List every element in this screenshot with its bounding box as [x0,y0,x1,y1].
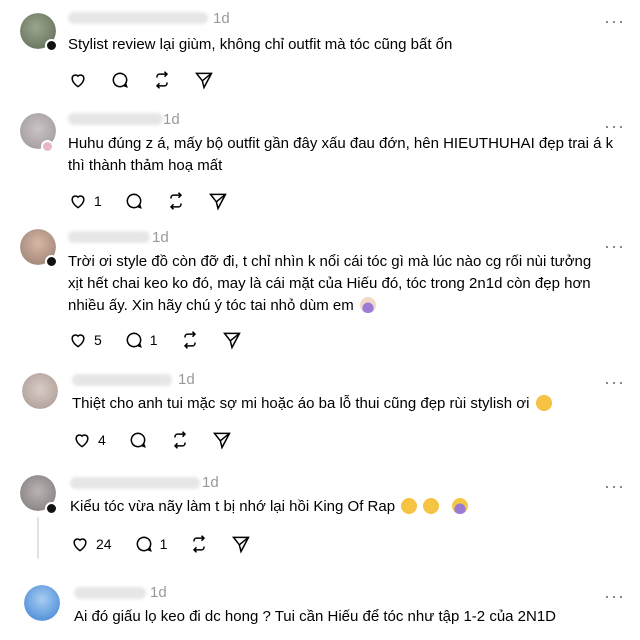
more-icon[interactable]: ··· [604,237,625,255]
reply-actions: 1 [68,189,250,213]
reply-item: 1d ··· Thiệt cho anh tui mặc sợ mi hoặc … [0,365,640,465]
pleading-face-emoji-icon [535,395,552,411]
heart-icon [71,334,85,348]
heart-icon [71,195,85,209]
heart-icon [75,434,89,448]
repost-button[interactable] [166,191,186,211]
thread-line [37,517,39,559]
follow-badge-icon[interactable] [45,255,58,268]
follow-badge-icon[interactable] [45,39,58,52]
follow-badge-icon[interactable] [45,502,58,515]
share-button[interactable] [212,430,232,450]
comment-button[interactable] [110,70,130,90]
username[interactable] [68,231,150,243]
like-button[interactable]: 4 [72,430,106,450]
timestamp: 1d [163,111,180,128]
username[interactable] [70,477,200,489]
praying-hands-emoji-icon [359,297,376,313]
heart-icon [73,538,87,552]
reply-actions: 5 1 [68,328,264,352]
comment-button[interactable] [124,191,144,211]
repost-button[interactable] [189,534,209,554]
timestamp: 1d [202,474,219,491]
reply-item: 1d ··· Stylist review lại giùm, không ch… [0,0,640,118]
comment-icon [136,536,152,552]
send-icon [232,536,251,554]
repost-button[interactable] [152,70,172,90]
reply-text: Stylist review lại giùm, không chỉ outfi… [68,36,453,53]
comment-icon [112,72,128,88]
username[interactable] [68,12,208,24]
like-count: 5 [94,332,102,348]
reply-actions: 24 1 [70,532,273,556]
comment-button[interactable] [128,430,148,450]
repost-icon [183,331,196,349]
share-button[interactable] [208,191,228,211]
repost-icon [173,431,186,449]
username[interactable] [74,587,146,599]
reply-count: 1 [159,536,168,552]
comment-icon [126,332,142,348]
more-icon[interactable]: ··· [604,117,625,135]
more-icon[interactable]: ··· [604,477,625,495]
reply-actions [68,68,236,92]
comment-icon [126,193,142,209]
reply-text: Thiệt cho anh tui mặc sợ mi hoặc áo ba l… [72,393,612,415]
repost-icon [155,71,169,89]
reply-text: Kiểu tóc vừa nãy làm t bị nhớ lại hồi Ki… [70,496,610,518]
avatar[interactable] [22,373,58,409]
follow-badge-icon[interactable] [41,140,54,153]
reply-item: 1d ··· Ai đó giấu lọ keo đi dc hong ? Tu… [0,575,640,640]
send-icon [194,72,213,90]
more-icon[interactable]: ··· [604,12,625,30]
repost-button[interactable] [180,330,200,350]
send-icon [208,193,227,211]
comment-button[interactable]: 1 [124,330,158,350]
comment-icon [130,432,146,448]
heart-icon [71,74,85,88]
flushed-face-emoji-icon [401,498,418,514]
reply-text-content: Trời ơi style đồ còn đỡ đi, t chỉ nhìn k… [68,253,592,314]
share-button[interactable] [194,70,214,90]
reply-item: 1d ··· Trời ơi style đồ còn đỡ đi, t chỉ… [0,225,640,365]
like-button[interactable]: 24 [70,534,112,554]
username[interactable] [72,374,172,386]
username[interactable] [68,113,163,125]
like-count: 24 [96,536,112,552]
reply-text-content: Thiệt cho anh tui mặc sợ mi hoặc áo ba l… [72,395,530,412]
more-icon[interactable]: ··· [604,587,625,605]
repost-icon [193,535,206,553]
like-button[interactable]: 5 [68,330,102,350]
reply-count: 1 [149,332,158,348]
like-count: 1 [94,193,102,209]
more-icon[interactable]: ··· [604,373,625,391]
timestamp: 1d [150,584,167,601]
send-icon [212,432,231,450]
timestamp: 1d [178,371,195,388]
repost-icon [169,192,182,210]
reply-text-content: Kiểu tóc vừa nãy làm t bị nhớ lại hồi Ki… [70,498,396,515]
like-count: 4 [98,432,106,448]
like-button[interactable]: 1 [68,191,102,211]
praying-hands-emoji-icon [451,498,468,514]
repost-button[interactable] [170,430,190,450]
timestamp: 1d [152,229,169,246]
share-button[interactable] [231,534,251,554]
like-button[interactable] [68,70,88,90]
reply-text: Trời ơi style đồ còn đỡ đi, t chỉ nhìn k… [68,251,608,317]
reply-text: Huhu đúng z á, mấy bộ outfit gần đây xấu… [68,135,614,174]
avatar[interactable] [24,585,60,621]
flushed-face-emoji-icon [423,498,440,514]
timestamp: 1d [213,10,230,27]
send-icon [222,332,241,350]
comment-button[interactable]: 1 [134,534,168,554]
reply-actions: 4 [72,428,254,452]
reply-item: 1d ··· Huhu đúng z á, mấy bộ outfit gần … [0,105,640,225]
share-button[interactable] [222,330,242,350]
reply-item: 1d ··· Kiểu tóc vừa nãy làm t bị nhớ lại… [0,465,640,575]
reply-text: Ai đó giấu lọ keo đi dc hong ? Tui cần H… [74,608,557,625]
